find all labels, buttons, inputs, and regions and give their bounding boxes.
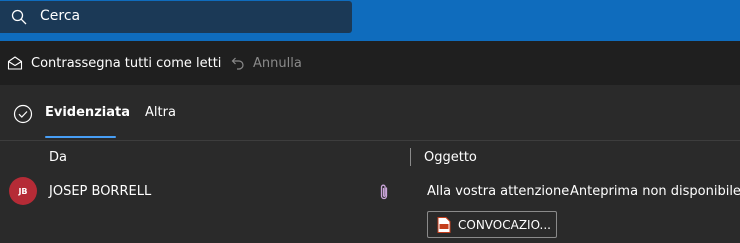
column-header-from[interactable]: Da bbox=[49, 150, 67, 165]
message-sender: JOSEP BORRELL bbox=[49, 184, 152, 199]
envelope-open-icon bbox=[7, 56, 23, 70]
search-box[interactable]: Cerca bbox=[0, 1, 352, 33]
attachment-name: CONVOCAZIO... bbox=[458, 217, 551, 232]
selected-tab-indicator bbox=[45, 136, 116, 138]
mark-all-read-label: Contrassegna tutti come letti bbox=[31, 55, 222, 71]
undo-icon bbox=[231, 57, 244, 70]
avatar-initials: JB bbox=[18, 186, 28, 196]
attachment-chip[interactable]: CONVOCAZIO... bbox=[427, 211, 557, 238]
message-row[interactable]: JB JOSEP BORRELL Alla vostra attenzione … bbox=[0, 173, 740, 243]
search-input[interactable]: Cerca bbox=[40, 8, 80, 24]
pdf-file-icon bbox=[437, 216, 451, 233]
message-preview: Anteprima non disponibile. bbox=[570, 184, 740, 199]
message-subject: Alla vostra attenzione bbox=[427, 184, 570, 199]
column-resize-handle[interactable] bbox=[410, 148, 411, 166]
undo-label: Annulla bbox=[253, 55, 302, 71]
inbox-pivots: Evidenziata Altra bbox=[0, 85, 740, 140]
avatar: JB bbox=[9, 177, 37, 205]
search-icon bbox=[11, 9, 27, 25]
mark-all-read-button[interactable]: Contrassegna tutti come letti bbox=[7, 41, 221, 85]
column-header-subject[interactable]: Oggetto bbox=[424, 150, 477, 165]
circle-check-icon[interactable] bbox=[12, 103, 34, 125]
tab-focused[interactable]: Evidenziata bbox=[45, 105, 130, 120]
paperclip-icon bbox=[380, 184, 388, 200]
command-bar: Contrassegna tutti come letti Annulla bbox=[0, 41, 740, 85]
undo-button[interactable]: Annulla bbox=[229, 41, 302, 85]
column-headers: Da Oggetto bbox=[0, 141, 740, 173]
tab-other[interactable]: Altra bbox=[145, 105, 176, 120]
top-bar: Cerca bbox=[0, 0, 740, 41]
